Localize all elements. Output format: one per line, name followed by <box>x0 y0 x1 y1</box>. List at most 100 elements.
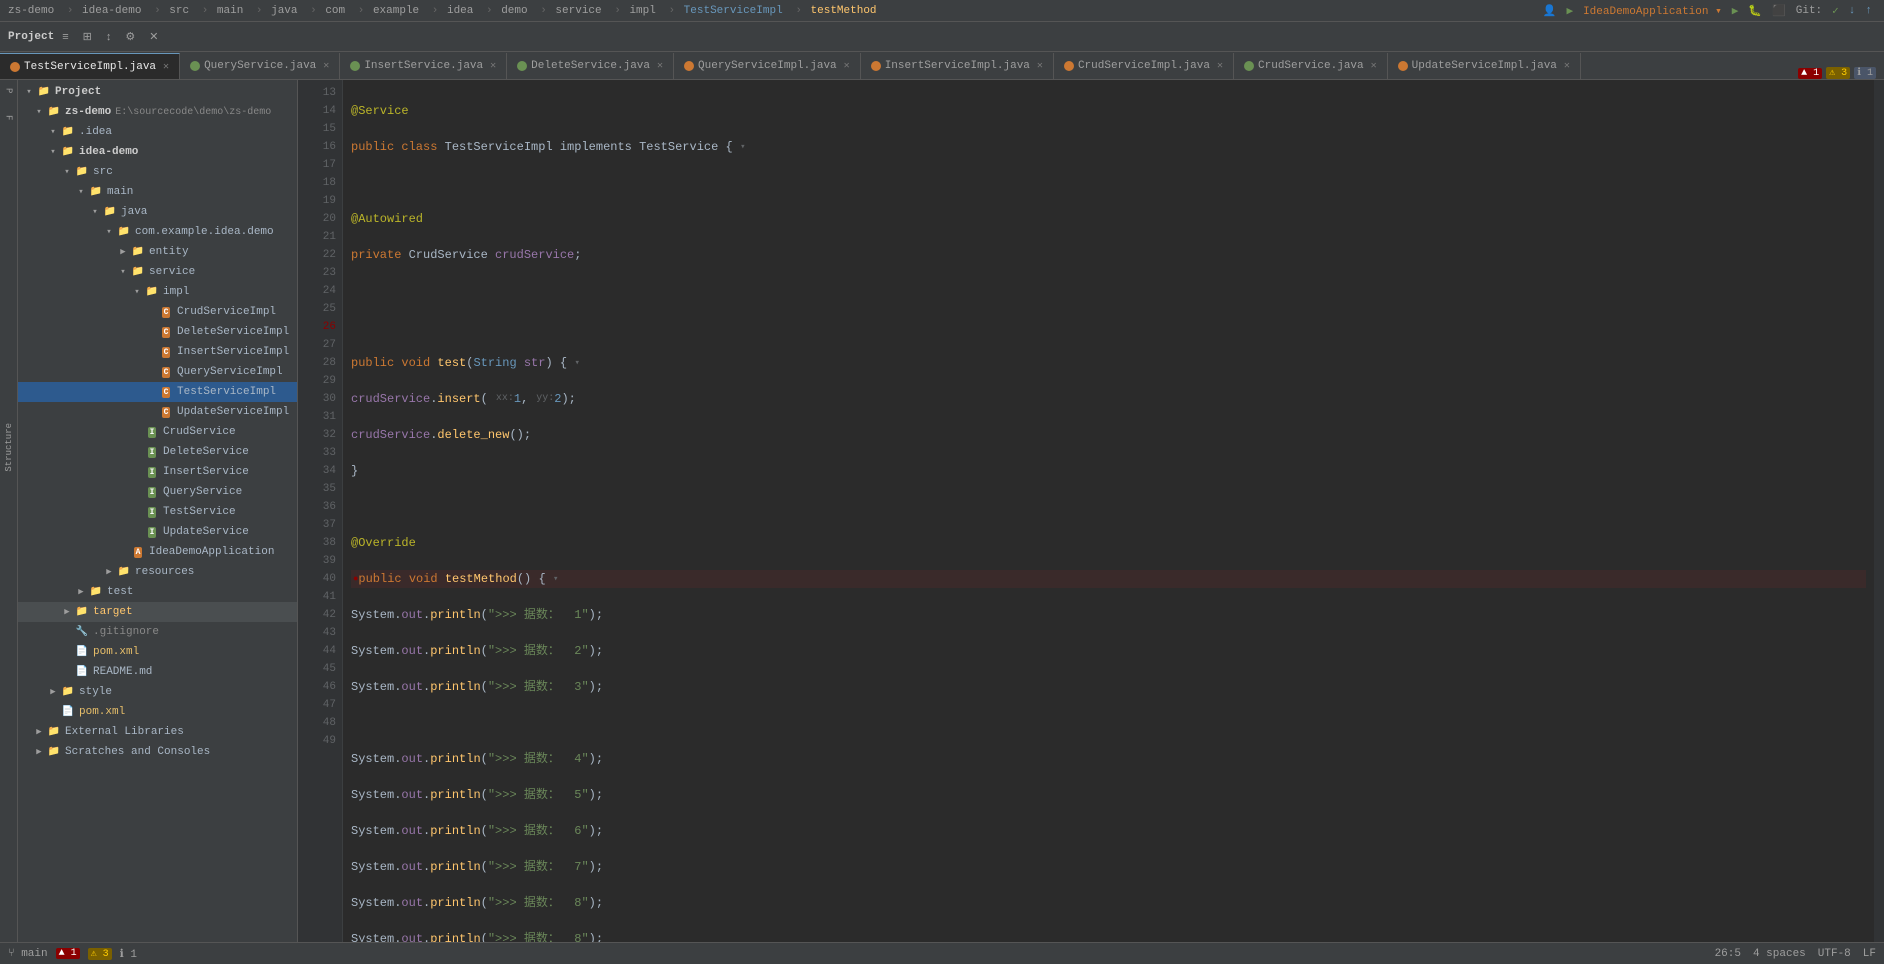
tab-close[interactable]: ✕ <box>1564 60 1570 72</box>
tree-arrow[interactable]: ▾ <box>130 287 144 297</box>
tree-item-scratches[interactable]: ▶ 📁 Scratches and Consoles <box>18 742 297 762</box>
tree-item-ideademo[interactable]: ▾ 📁 idea-demo <box>18 142 297 162</box>
tree-arrow[interactable]: ▾ <box>88 207 102 217</box>
tree-item-service[interactable]: ▾ 📁 service <box>18 262 297 282</box>
status-encoding[interactable]: UTF-8 <box>1818 948 1851 960</box>
tree-arrow[interactable]: ▶ <box>32 747 46 757</box>
tree-arrow[interactable]: ▶ <box>74 587 88 597</box>
toolbar-layout-btn[interactable]: ≡ <box>56 28 74 46</box>
tree-item-entity[interactable]: ▶ 📁 entity <box>18 242 297 262</box>
tree-item-zsdemo[interactable]: ▾ 📁 zs-demo E:\sourcecode\demo\zs-demo <box>18 102 297 122</box>
tree-item-src[interactable]: ▾ 📁 src <box>18 162 297 182</box>
code-editor[interactable]: 13 14 15 16 17 18 19 20 21 22 23 24 25 2… <box>298 80 1884 942</box>
tree-item-deleteservice[interactable]: I DeleteService <box>18 442 297 462</box>
tree-area[interactable]: ▾ 📁 Project ▾ 📁 zs-demo E:\sourcecode\de… <box>18 80 297 942</box>
tree-arrow[interactable]: ▾ <box>60 167 74 177</box>
tree-item-target[interactable]: ▶ 📁 target <box>18 602 297 622</box>
tree-arrow[interactable]: ▶ <box>102 567 116 577</box>
tree-item-resources[interactable]: ▶ 📁 resources <box>18 562 297 582</box>
tree-arrow[interactable]: ▶ <box>60 607 74 617</box>
profile-icon[interactable]: 👤 <box>1543 4 1557 18</box>
tab-updateserviceimpl[interactable]: UpdateServiceImpl.java ✕ <box>1388 53 1581 79</box>
editor-area[interactable]: 13 14 15 16 17 18 19 20 21 22 23 24 25 2… <box>298 80 1884 942</box>
tree-item-testserviceimpl[interactable]: C TestServiceImpl <box>18 382 297 402</box>
tab-close[interactable]: ✕ <box>1217 60 1223 72</box>
tree-item-style[interactable]: ▶ 📁 style <box>18 682 297 702</box>
tree-item-testservice[interactable]: I TestService <box>18 502 297 522</box>
toolbar-debug[interactable]: 🐛 <box>1748 4 1762 18</box>
tree-arrow[interactable]: ▶ <box>46 687 60 697</box>
status-line-ending[interactable]: LF <box>1863 948 1876 960</box>
tree-item-crudserviceimpl[interactable]: C CrudServiceImpl <box>18 302 297 322</box>
toolbar-settings-btn[interactable]: ⚙ <box>119 27 141 46</box>
tab-close[interactable]: ✕ <box>1037 60 1043 72</box>
tab-crudserviceimpl[interactable]: CrudServiceImpl.java ✕ <box>1054 53 1234 79</box>
tree-arrow[interactable]: ▾ <box>74 187 88 197</box>
tree-item-updateserviceimpl[interactable]: C UpdateServiceImpl <box>18 402 297 422</box>
tab-queryserviceimpl[interactable]: QueryServiceImpl.java ✕ <box>674 53 861 79</box>
tree-arrow[interactable]: ▾ <box>32 107 46 117</box>
toolbar-run[interactable]: ▶ <box>1732 4 1739 18</box>
tab-insertserviceimpl[interactable]: InsertServiceImpl.java ✕ <box>861 53 1054 79</box>
toolbar-close-btn[interactable]: ✕ <box>143 27 164 46</box>
git-update[interactable]: ↓ <box>1849 5 1856 17</box>
status-errors[interactable]: ▲ 1 <box>56 948 80 959</box>
tree-item-project[interactable]: ▾ 📁 Project <box>18 82 297 102</box>
tree-item-queryservice[interactable]: I QueryService <box>18 482 297 502</box>
git-checkmark[interactable]: ✓ <box>1832 4 1839 18</box>
fold-marker-14[interactable]: ▾ <box>735 138 746 156</box>
tree-item-crudservice[interactable]: I CrudService <box>18 422 297 442</box>
toolbar-grid-btn[interactable]: ⊞ <box>77 27 98 46</box>
tree-item-updateservice[interactable]: I UpdateService <box>18 522 297 542</box>
tree-item-readme[interactable]: 📄 README.md <box>18 662 297 682</box>
tab-close[interactable]: ✕ <box>323 60 329 72</box>
tree-item-test[interactable]: ▶ 📁 test <box>18 582 297 602</box>
tree-item-rootpom[interactable]: 📄 pom.xml <box>18 702 297 722</box>
structure-tab-icon[interactable]: Structure <box>4 423 14 472</box>
code-content[interactable]: @Service public class TestServiceImpl im… <box>343 80 1874 942</box>
tab-deleteservice[interactable]: DeleteService.java ✕ <box>507 53 674 79</box>
app-selector[interactable]: IdeaDemoApplication ▾ <box>1583 4 1722 18</box>
tree-item-impl[interactable]: ▾ 📁 impl <box>18 282 297 302</box>
tree-item-insertservice[interactable]: I InsertService <box>18 462 297 482</box>
tree-arrow[interactable]: ▶ <box>32 727 46 737</box>
git-push[interactable]: ↑ <box>1865 5 1872 17</box>
status-line-col[interactable]: 26:5 <box>1715 948 1741 960</box>
tree-item-java[interactable]: ▾ 📁 java <box>18 202 297 222</box>
project-tab-icon[interactable]: P <box>4 88 14 93</box>
tree-arrow[interactable]: ▾ <box>116 267 130 277</box>
tree-arrow[interactable]: ▾ <box>102 227 116 237</box>
toolbar-sort-btn[interactable]: ↕ <box>100 28 118 46</box>
tree-item-main[interactable]: ▾ 📁 main <box>18 182 297 202</box>
tab-testserviceimpl[interactable]: TestServiceImpl.java ✕ <box>0 53 180 79</box>
tree-item-pomxml[interactable]: 📄 pom.xml <box>18 642 297 662</box>
tree-item-deleteserviceimpl[interactable]: C DeleteServiceImpl <box>18 322 297 342</box>
tree-item-extlibs[interactable]: ▶ 📁 External Libraries <box>18 722 297 742</box>
tab-queryservice[interactable]: QueryService.java ✕ <box>180 53 340 79</box>
tab-insertservice[interactable]: InsertService.java ✕ <box>340 53 507 79</box>
status-warnings[interactable]: ⚠ 3 <box>88 948 112 960</box>
tree-item-queryserviceimpl[interactable]: C QueryServiceImpl <box>18 362 297 382</box>
tree-arrow[interactable]: ▾ <box>22 87 36 97</box>
git-branch[interactable]: ⑂ main <box>8 948 48 960</box>
tree-arrow[interactable]: ▶ <box>116 247 130 257</box>
tree-arrow[interactable]: ▾ <box>46 147 60 157</box>
tree-item-idea[interactable]: ▾ 📁 .idea <box>18 122 297 142</box>
toolbar-stop[interactable]: ⬛ <box>1772 4 1786 18</box>
tab-close[interactable]: ✕ <box>490 60 496 72</box>
favorites-tab-icon[interactable]: F <box>4 115 14 120</box>
tree-item-gitignore[interactable]: 🔧 .gitignore <box>18 622 297 642</box>
fold-marker-26[interactable]: ▾ <box>548 570 559 588</box>
tree-item-insertserviceimpl[interactable]: C InsertServiceImpl <box>18 342 297 362</box>
tab-close[interactable]: ✕ <box>1371 60 1377 72</box>
tree-item-com[interactable]: ▾ 📁 com.example.idea.demo <box>18 222 297 242</box>
tab-close[interactable]: ✕ <box>163 61 169 73</box>
fold-marker-20[interactable]: ▾ <box>569 354 580 372</box>
run-icon[interactable]: ▶ <box>1566 4 1573 18</box>
status-indent[interactable]: 4 spaces <box>1753 948 1806 960</box>
tree-arrow[interactable]: ▾ <box>46 127 60 137</box>
tab-crudservice[interactable]: CrudService.java ✕ <box>1234 53 1388 79</box>
tab-close[interactable]: ✕ <box>844 60 850 72</box>
tab-close[interactable]: ✕ <box>657 60 663 72</box>
tree-item-ideademoapp[interactable]: A IdeaDemoApplication <box>18 542 297 562</box>
